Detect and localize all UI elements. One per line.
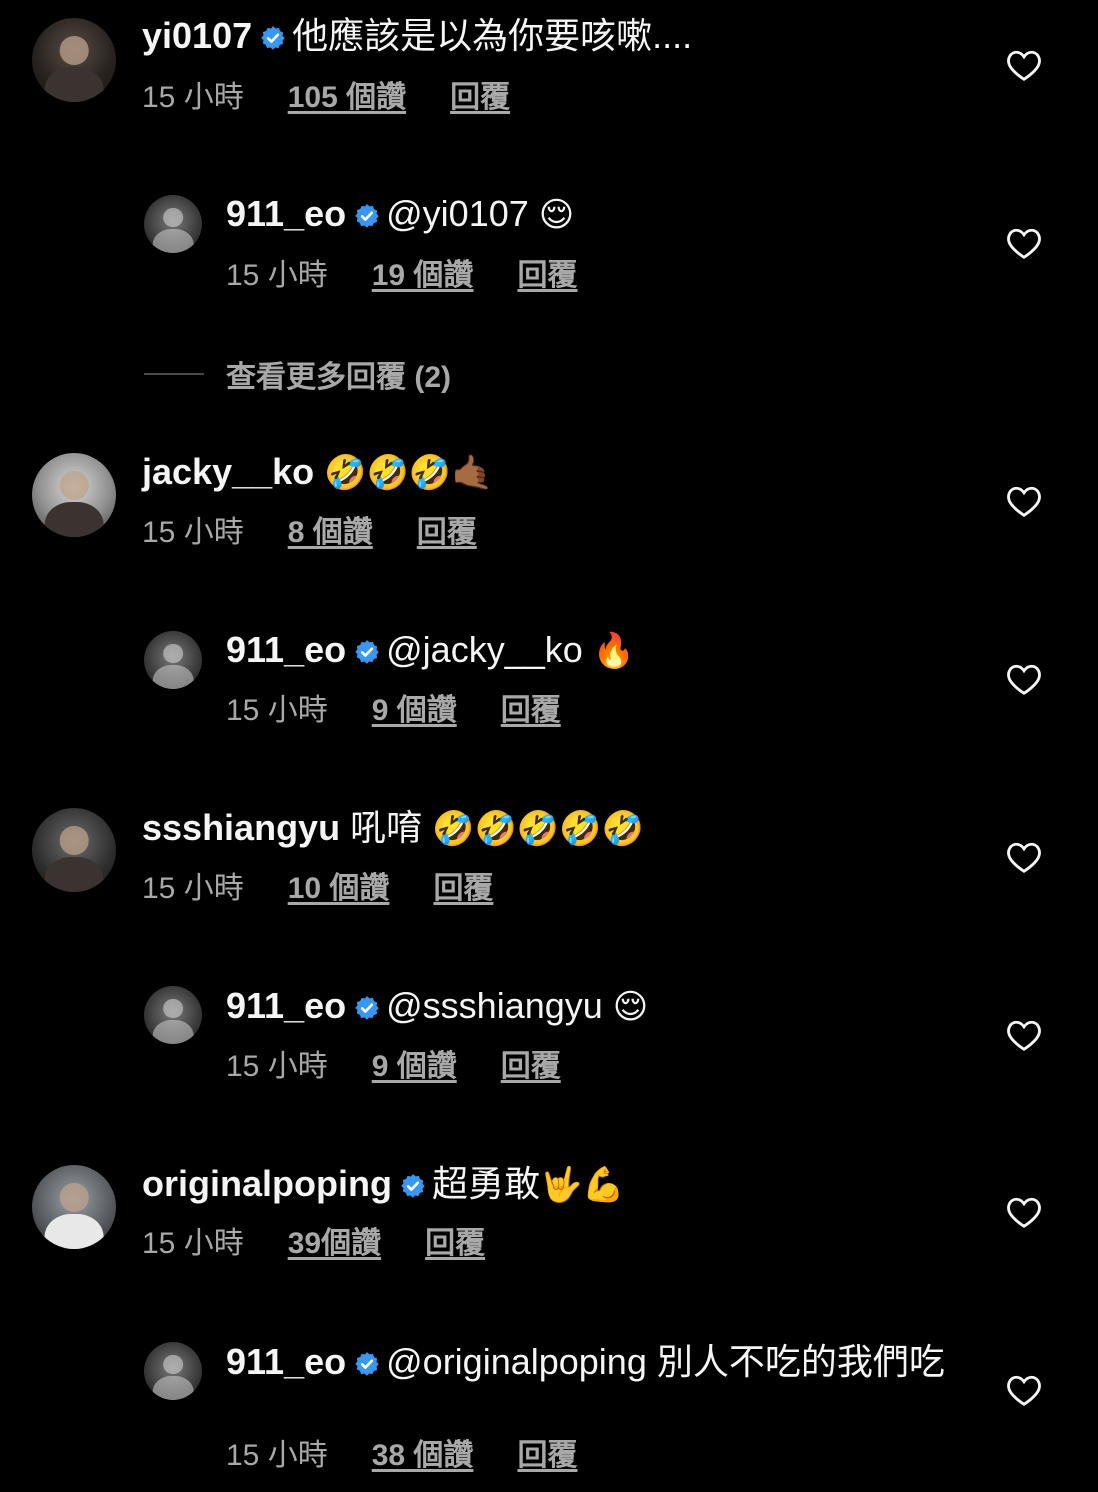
emoji: 🤣🤣🤣🤣🤣 bbox=[432, 809, 644, 849]
mention-link[interactable]: @ssshiangyu bbox=[386, 985, 603, 1026]
likes-count[interactable]: 10 個讚 bbox=[288, 872, 390, 905]
timestamp: 15 小時 bbox=[226, 1050, 328, 1083]
avatar[interactable] bbox=[144, 195, 202, 253]
divider bbox=[144, 373, 204, 375]
timestamp: 15 小時 bbox=[142, 81, 244, 114]
likes-count[interactable]: 8 個讚 bbox=[288, 516, 373, 549]
comment-text: @originalpoping 別人不吃的我們吃 bbox=[386, 1341, 945, 1382]
comment-text: 他應該是以為你要咳嗽.... bbox=[292, 15, 693, 56]
likes-count[interactable]: 9 個讚 bbox=[372, 1050, 457, 1083]
username[interactable]: yi0107 bbox=[142, 15, 252, 56]
timestamp: 15 小時 bbox=[226, 259, 328, 292]
heart-icon[interactable] bbox=[1006, 48, 1042, 82]
view-more-replies-button[interactable]: 查看更多回覆 (2) bbox=[144, 352, 451, 396]
username[interactable]: jacky__ko bbox=[142, 451, 314, 492]
avatar[interactable] bbox=[32, 453, 116, 537]
verified-badge-icon bbox=[355, 640, 379, 664]
username[interactable]: 911_eo bbox=[226, 193, 346, 234]
username[interactable]: ssshiangyu bbox=[142, 807, 340, 848]
reply-button[interactable]: 回覆 bbox=[425, 1227, 485, 1260]
mention-link[interactable]: @yi0107 bbox=[386, 193, 529, 234]
reply-button[interactable]: 回覆 bbox=[501, 694, 561, 727]
mention-link[interactable]: @jacky__ko bbox=[386, 629, 583, 670]
timestamp: 15 小時 bbox=[226, 694, 328, 727]
likes-count[interactable]: 9 個讚 bbox=[372, 694, 457, 727]
avatar[interactable] bbox=[32, 18, 116, 102]
emoji: 😌 bbox=[612, 987, 649, 1027]
heart-icon[interactable] bbox=[1006, 484, 1042, 518]
reply-button[interactable]: 回覆 bbox=[450, 81, 510, 114]
verified-badge-icon bbox=[355, 996, 379, 1020]
avatar[interactable] bbox=[144, 986, 202, 1044]
verified-badge-icon bbox=[401, 1174, 425, 1198]
comment-text: 超勇敢 bbox=[431, 1163, 540, 1204]
username[interactable]: 911_eo bbox=[226, 629, 346, 670]
avatar[interactable] bbox=[144, 1342, 202, 1400]
heart-icon[interactable] bbox=[1006, 226, 1042, 260]
heart-icon[interactable] bbox=[1006, 1373, 1042, 1407]
timestamp: 15 小時 bbox=[226, 1439, 328, 1472]
timestamp: 15 小時 bbox=[142, 1227, 244, 1260]
reply-button[interactable]: 回覆 bbox=[417, 516, 477, 549]
verified-badge-icon bbox=[355, 1352, 379, 1376]
emoji: 🤟💪 bbox=[539, 1165, 625, 1205]
timestamp: 15 小時 bbox=[142, 516, 244, 549]
heart-icon[interactable] bbox=[1006, 1018, 1042, 1052]
verified-badge-icon bbox=[355, 204, 379, 228]
view-more-replies-label: 查看更多回覆 (2) bbox=[226, 361, 451, 394]
reply-button[interactable]: 回覆 bbox=[501, 1050, 561, 1083]
heart-icon[interactable] bbox=[1006, 662, 1042, 696]
reply-button[interactable]: 回覆 bbox=[517, 259, 577, 292]
likes-count[interactable]: 38 個讚 bbox=[372, 1439, 474, 1472]
emoji: 🔥 bbox=[592, 631, 636, 671]
username[interactable]: originalpoping bbox=[142, 1163, 392, 1204]
emoji: 🤣🤣🤣🤙🏾 bbox=[324, 453, 494, 493]
likes-count[interactable]: 39個讚 bbox=[288, 1227, 381, 1260]
heart-icon[interactable] bbox=[1006, 840, 1042, 874]
username[interactable]: 911_eo bbox=[226, 985, 346, 1026]
avatar[interactable] bbox=[144, 631, 202, 689]
verified-badge-icon bbox=[261, 26, 285, 50]
reply-button[interactable]: 回覆 bbox=[433, 872, 493, 905]
emoji: 😌 bbox=[538, 195, 575, 235]
comment-text: 吼唷 bbox=[350, 807, 423, 848]
timestamp: 15 小時 bbox=[142, 872, 244, 905]
username[interactable]: 911_eo bbox=[226, 1341, 346, 1382]
avatar[interactable] bbox=[32, 1165, 116, 1249]
likes-count[interactable]: 19 個讚 bbox=[372, 259, 474, 292]
avatar[interactable] bbox=[32, 808, 116, 892]
reply-button[interactable]: 回覆 bbox=[517, 1439, 577, 1472]
heart-icon[interactable] bbox=[1006, 1195, 1042, 1229]
likes-count[interactable]: 105 個讚 bbox=[288, 81, 406, 114]
